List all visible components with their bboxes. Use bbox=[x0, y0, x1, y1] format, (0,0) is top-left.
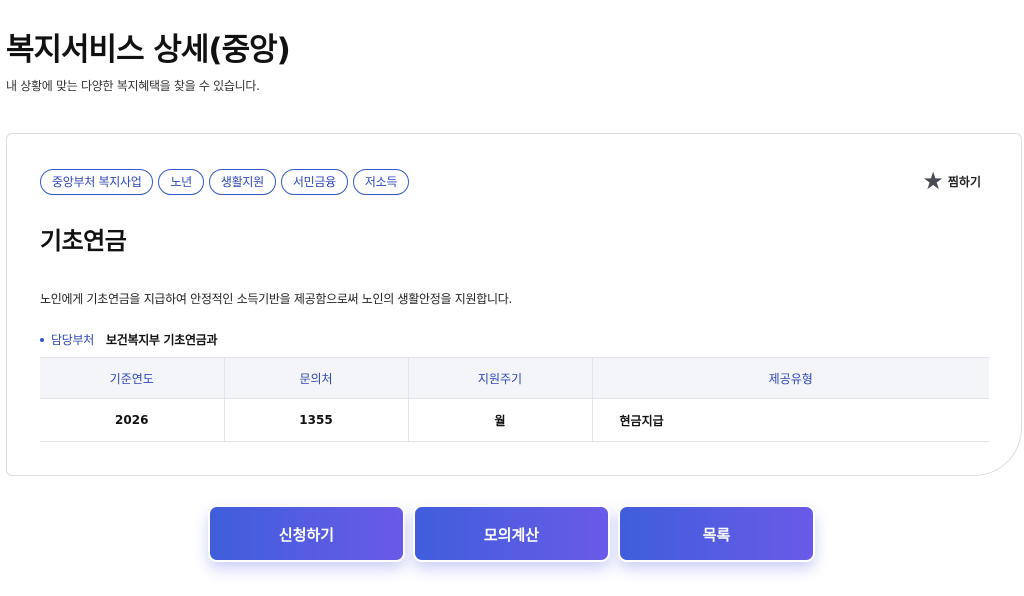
department-info: 담당부처 보건복지부 기초연금과 bbox=[40, 331, 218, 348]
tag-central-welfare[interactable]: 중앙부처 복지사업 bbox=[40, 169, 154, 195]
cell-base-year: 2026 bbox=[40, 398, 225, 442]
header-support-cycle: 지원주기 bbox=[408, 357, 593, 399]
tag-low-income[interactable]: 저소득 bbox=[352, 169, 410, 195]
service-detail-card: 중앙부처 복지사업 노년 생활지원 서민금융 저소득 ★ 찜하기 기초연금 노인… bbox=[6, 133, 1022, 476]
header-provision-type: 제공유형 bbox=[592, 357, 989, 399]
simulate-button[interactable]: 모의계산 bbox=[413, 505, 610, 562]
bookmark-button[interactable]: ★ 찜하기 bbox=[922, 167, 981, 195]
department-label: 담당부처 bbox=[51, 333, 94, 347]
table-header-row: 기준연도 문의처 지원주기 제공유형 bbox=[40, 357, 989, 399]
header-base-year: 기준연도 bbox=[40, 357, 225, 399]
apply-button[interactable]: 신청하기 bbox=[208, 505, 405, 562]
header-contact: 문의처 bbox=[224, 357, 409, 399]
page-subtitle: 내 상황에 맞는 다양한 복지혜택을 찾을 수 있습니다. bbox=[6, 79, 260, 93]
tag-microfinance[interactable]: 서민금융 bbox=[280, 169, 348, 195]
tag-living-support[interactable]: 생활지원 bbox=[208, 169, 276, 195]
tag-list: 중앙부처 복지사업 노년 생활지원 서민금융 저소득 bbox=[40, 169, 410, 195]
service-description: 노인에게 기초연금을 지급하여 안정적인 소득기반을 제공함으로써 노인의 생활… bbox=[40, 292, 512, 306]
table-row: 2026 1355 월 현금지급 bbox=[40, 398, 989, 442]
bullet-icon bbox=[40, 337, 44, 342]
cell-contact: 1355 bbox=[224, 398, 409, 442]
cell-provision-type: 현금지급 bbox=[592, 398, 989, 442]
page-title: 복지서비스 상세(중앙) bbox=[6, 32, 291, 68]
bookmark-label: 찜하기 bbox=[947, 174, 981, 189]
cell-support-cycle: 월 bbox=[408, 398, 593, 442]
tag-elderly[interactable]: 노년 bbox=[158, 169, 204, 195]
department-value: 보건복지부 기초연금과 bbox=[105, 333, 218, 347]
list-button[interactable]: 목록 bbox=[618, 505, 815, 562]
star-icon: ★ bbox=[922, 167, 944, 195]
service-name: 기초연금 bbox=[40, 227, 127, 255]
service-info-table: 기준연도 문의처 지원주기 제공유형 2026 1355 월 현금지급 bbox=[40, 357, 989, 442]
